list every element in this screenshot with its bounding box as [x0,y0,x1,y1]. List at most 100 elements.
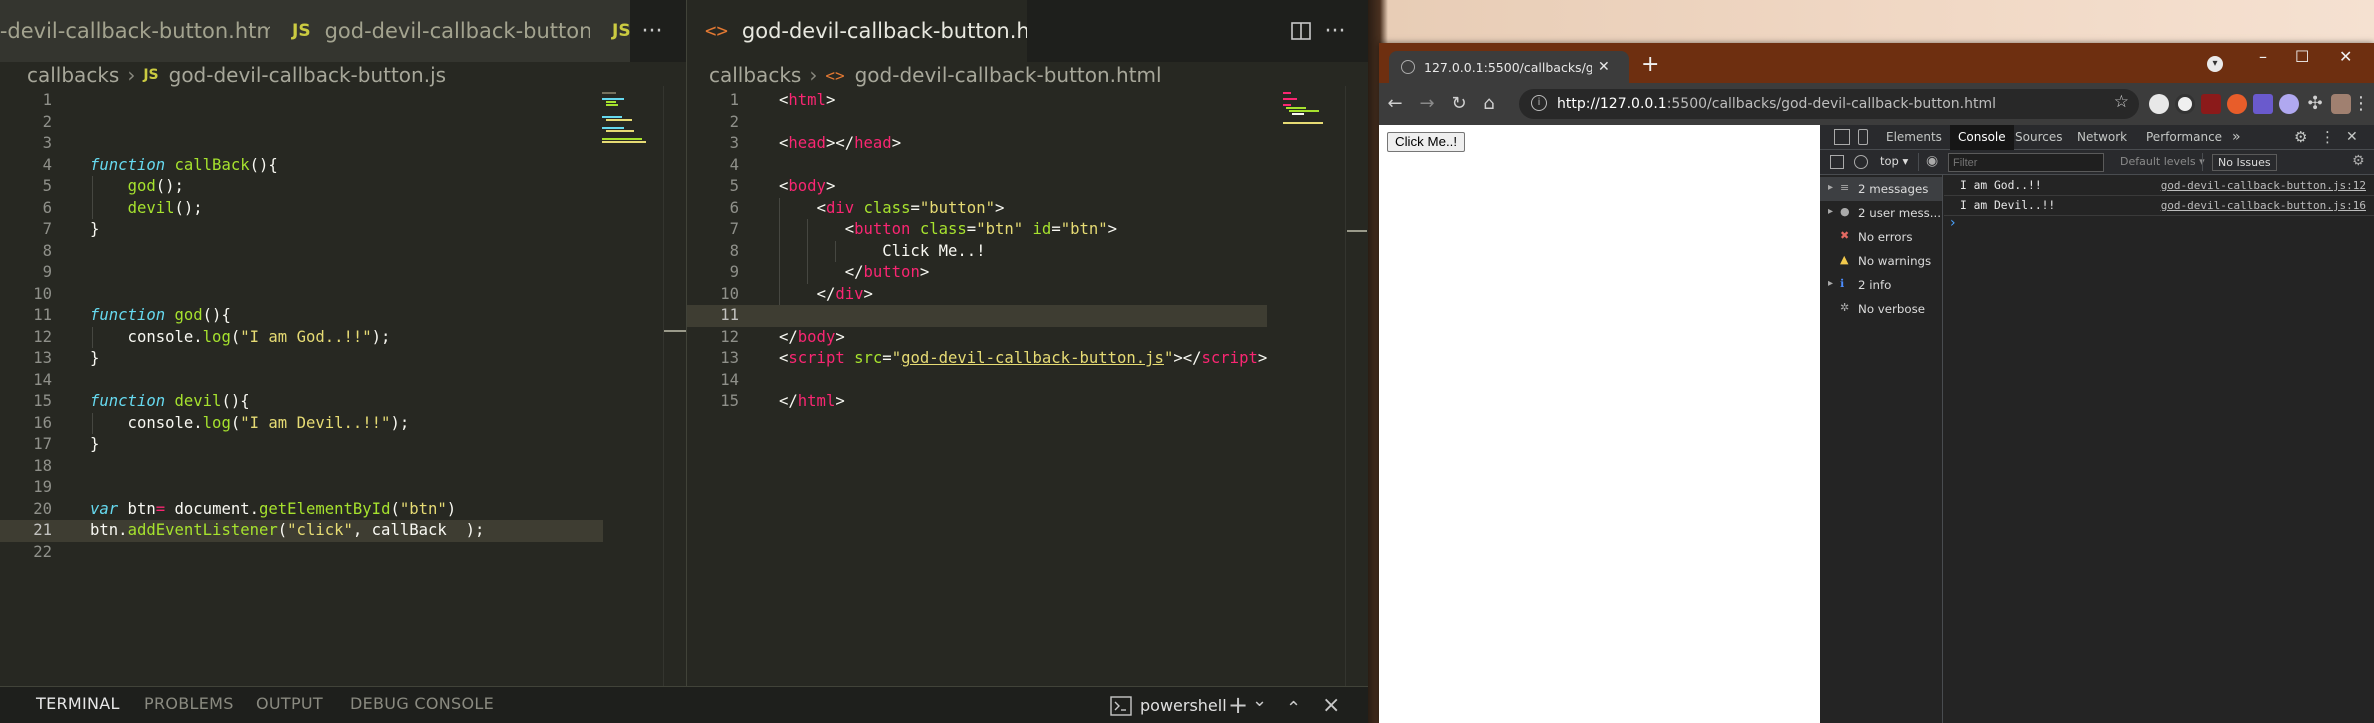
more-menu-icon[interactable]: ⋮ [2349,92,2373,116]
scrollbar-thumb[interactable] [664,330,686,332]
code-token: god [127,177,156,195]
shell-name[interactable]: powershell [1140,687,1227,723]
add-terminal-icon[interactable]: + [1228,687,1248,723]
tab-performance[interactable]: Performance [2146,125,2222,150]
more-actions-icon[interactable]: ··· [632,0,672,62]
console-sidebar-item[interactable]: ✲ No verbose [1820,297,1942,321]
console-sidebar-item[interactable]: ▲ No warnings [1820,249,1942,273]
address-bar[interactable]: i http://127.0.0.1:5500/callbacks/god-de… [1519,89,2139,119]
minimap[interactable] [1283,90,1343,130]
tab-html-file[interactable]: <> god-devil-callback-button.html × [687,0,1027,62]
breadcrumb-folder[interactable]: callbacks [709,63,801,87]
inspect-icon[interactable] [1834,129,1850,145]
indent-guide [807,219,808,284]
console-sidebar-item[interactable]: ▸ ● 2 user mess... [1820,201,1942,225]
breadcrumb-folder[interactable]: callbacks [27,63,119,87]
chevron-right-icon[interactable]: ▸ [1828,278,1833,289]
tab-terminal[interactable]: TERMINAL [36,687,120,723]
tab-problems[interactable]: PROBLEMS [144,687,234,723]
scrollbar-track[interactable] [663,86,664,686]
globe-icon [1401,60,1415,74]
close-panel-icon[interactable]: × [1322,687,1340,723]
console-sidebar-item[interactable]: ✖ No errors [1820,225,1942,249]
tab-network[interactable]: Network [2077,125,2127,150]
clear-console-icon[interactable] [1854,155,1868,169]
close-window-icon[interactable]: ✕ [2339,47,2352,66]
reload-icon[interactable]: ↻ [1447,92,1471,116]
console-prompt[interactable]: › [1950,215,1956,231]
eye-icon[interactable]: ◉ [1926,153,1938,169]
click-me-button[interactable]: Click Me..! [1387,132,1466,152]
tab-search-icon[interactable]: ▾ [2207,56,2223,72]
back-icon[interactable]: ← [1383,92,1407,116]
extension-orange-icon[interactable] [2227,94,2247,114]
console-sidebar-item[interactable]: ▸ ≡ 2 messages [1820,177,1942,201]
code-token: = [882,349,892,367]
tab-sources[interactable]: Sources [2015,125,2062,150]
more-options-icon[interactable]: ⋮ [2320,125,2335,150]
code-editor-html[interactable]: 1 <html> 2 3 <head></head> 4 5 <body> 6 <div cla… [687,90,1368,413]
console-sidebar-item[interactable]: ▸ ℹ 2 info [1820,273,1942,297]
home-icon[interactable]: ⌂ [1477,92,1501,116]
console-source-link[interactable]: god-devil-callback-button.js:16 [2161,199,2366,212]
maximize-panel-icon[interactable]: ⌃ [1286,690,1301,723]
close-devtools-icon[interactable]: ✕ [2346,125,2358,150]
console-source-link[interactable]: god-devil-callback-button.js:12 [2161,179,2366,192]
code-token: "btn" [976,220,1024,238]
tab-js-file[interactable]: JS god-devil-callback-button.js × [270,0,590,62]
more-actions-icon[interactable]: ··· [1315,0,1355,62]
device-toolbar-icon[interactable] [1858,129,1868,145]
extension-face-icon[interactable] [2279,94,2299,114]
bookmark-star-icon[interactable]: ☆ [2114,92,2129,112]
code-line: 6 devil(); [0,198,686,220]
console-settings-icon[interactable]: ⚙ [2352,153,2365,169]
more-tabs-icon[interactable]: » [2232,125,2241,150]
breadcrumb-file[interactable]: god-devil-callback-button.js [169,63,446,87]
extension-ublock-icon[interactable] [2201,94,2221,114]
tab-js-file-active[interactable]: JS [590,0,630,62]
context-select[interactable]: top ▾ [1880,154,1908,168]
forward-icon[interactable]: → [1415,92,1439,116]
chevron-right-icon[interactable]: ▸ [1828,206,1833,217]
avatar[interactable] [2331,94,2351,114]
settings-gear-icon[interactable]: ⚙ [2294,125,2307,150]
scrollbar-thumb[interactable] [1347,230,1367,232]
line-number: 11 [33,306,52,324]
extension-incognito-icon[interactable] [2149,94,2169,114]
console-message[interactable]: I am God..!! god-devil-callback-button.j… [1944,176,2374,196]
html-file-icon: <> [825,65,845,85]
sidebar-toggle-icon[interactable] [1830,155,1844,169]
code-token: body [797,327,836,346]
tab-debug-console[interactable]: DEBUG CONSOLE [350,687,494,723]
extension-chat-icon[interactable] [2175,94,2195,114]
tab-output[interactable]: OUTPUT [256,687,323,723]
line-number: 16 [33,413,52,432]
info-icon[interactable]: i [1531,95,1547,111]
chevron-right-icon[interactable]: ▸ [1828,182,1833,193]
maximize-icon[interactable]: ☐ [2295,47,2309,66]
tab-console[interactable]: Console [1950,125,2014,150]
code-editor-js[interactable]: 1 2 3 4 function callBack(){5 god(); 6 devil(… [0,90,686,563]
tab-html-file-left[interactable]: l-devil-callback-button.html [0,0,270,62]
minimap[interactable] [602,90,662,150]
code-token: > [835,327,845,346]
extensions-puzzle-icon[interactable]: ✣ [2303,92,2327,116]
new-tab-icon[interactable]: + [1641,52,1659,77]
chevron-down-icon[interactable]: ⌄ [1252,682,1267,719]
issues-button[interactable]: No Issues [2212,154,2277,171]
code-line: 5 <body> [687,176,1368,198]
console-message[interactable]: I am Devil..!! god-devil-callback-button… [1944,196,2374,216]
log-levels-select[interactable]: Default levels ▾ [2120,155,2205,168]
close-icon[interactable]: ✕ [1598,59,1610,75]
scrollbar-track[interactable] [1345,86,1346,686]
minimize-icon[interactable]: – [2259,47,2267,66]
browser-tab[interactable]: 127.0.0.1:5500/callbacks/god-devil-callb… [1389,51,1629,83]
url-host: http://127.0.0.1 [1557,96,1667,112]
tab-elements[interactable]: Elements [1886,125,1942,150]
breadcrumb-file[interactable]: god-devil-callback-button.html [855,63,1162,87]
extension-purple-icon[interactable] [2253,94,2273,114]
console-filter-input[interactable] [1948,153,2104,172]
